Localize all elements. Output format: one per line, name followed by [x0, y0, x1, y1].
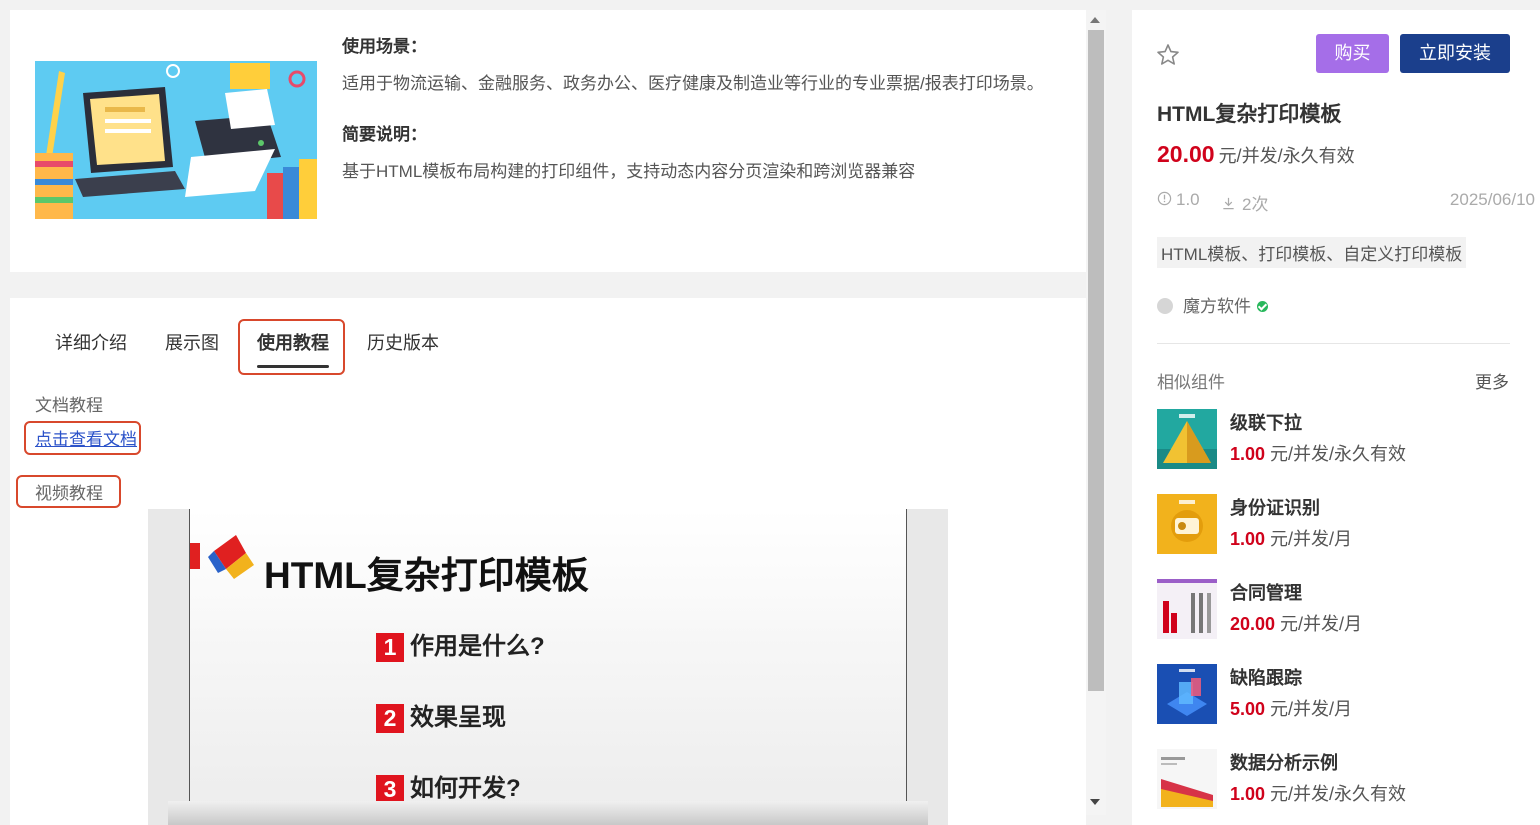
- slide-item-text: 作用是什么?: [410, 633, 545, 660]
- left-content-pane: 使用场景： 适用于物流运输、金融服务、政务办公、医疗健康及制造业等行业的专业票据…: [0, 0, 1106, 825]
- version-value: 1.0: [1176, 190, 1200, 209]
- scroll-up-arrow-icon[interactable]: [1090, 17, 1100, 23]
- doc-tutorial-label: 文档教程: [35, 396, 103, 415]
- similar-item-thumbnail: [1157, 409, 1217, 469]
- similar-item-thumbnail: [1157, 749, 1217, 809]
- similar-item[interactable]: 数据分析示例 1.00 元/并发/永久有效: [1157, 749, 1517, 811]
- similar-item-price-value: 1.00: [1230, 529, 1266, 549]
- similar-item-price-unit: 元/并发/月: [1280, 614, 1363, 634]
- verified-check-icon: [1257, 301, 1268, 312]
- tab-screenshots[interactable]: 展示图: [165, 320, 219, 366]
- summary-text: 基于HTML模板布局构建的打印组件，支持动态内容分页渲染和跨浏览器兼容: [342, 162, 916, 181]
- more-link[interactable]: 更多: [1475, 368, 1509, 393]
- tab-tutorial-label: 使用教程: [257, 333, 329, 353]
- similar-item-price: 1.00 元/并发/永久有效: [1230, 780, 1406, 806]
- install-now-button[interactable]: 立即安装: [1400, 34, 1510, 73]
- scroll-down-arrow-icon[interactable]: [1090, 799, 1100, 805]
- slide-item-1: 1 作用是什么?: [376, 626, 545, 663]
- similar-item-price: 5.00 元/并发/月: [1230, 695, 1352, 721]
- publish-date: 2025/06/10: [1449, 190, 1535, 209]
- similar-components-heading: 相似组件: [1157, 373, 1225, 392]
- info-circle-icon: [1157, 191, 1172, 206]
- view-doc-link[interactable]: 点击查看文档: [35, 425, 137, 450]
- price-unit: 元/并发/永久有效: [1218, 146, 1355, 166]
- similar-item-thumbnail: [1157, 494, 1217, 554]
- video-bottom-bar: [168, 801, 928, 825]
- scrollbar-thumb[interactable]: [1088, 30, 1104, 691]
- product-cover-image: [35, 61, 317, 219]
- slide-item-number: 1: [376, 633, 404, 663]
- slide-logo-icon: [208, 535, 254, 579]
- similar-item-thumbnail: [1157, 664, 1217, 724]
- usage-scenario-heading: 使用场景：: [342, 37, 427, 56]
- tab-tutorial[interactable]: 使用教程: [257, 320, 329, 368]
- similar-item[interactable]: 缺陷跟踪 5.00 元/并发/月: [1157, 664, 1517, 726]
- product-info-card: 使用场景： 适用于物流运输、金融服务、政务办公、医疗健康及制造业等行业的专业票据…: [10, 10, 1086, 272]
- slide-item-3: 3 如何开发?: [376, 768, 521, 805]
- slide-red-mark: [190, 543, 200, 569]
- similar-item[interactable]: 合同管理 20.00 元/并发/月: [1157, 579, 1517, 641]
- video-tutorial-label: 视频教程: [35, 484, 103, 503]
- active-tab-underline: [257, 365, 329, 368]
- similar-item-price-value: 20.00: [1230, 614, 1276, 634]
- product-tags: HTML模板、打印模板、自定义打印模板: [1157, 237, 1467, 268]
- version-info: 1.0: [1157, 190, 1200, 210]
- similar-item-price-unit: 元/并发/月: [1270, 529, 1353, 549]
- slide-title: HTML复杂打印模板: [264, 555, 589, 596]
- author-name: 魔方软件: [1183, 297, 1251, 316]
- similar-item-name: 缺陷跟踪: [1230, 668, 1302, 688]
- tab-history-versions[interactable]: 历史版本: [367, 320, 439, 366]
- favorite-star-icon[interactable]: [1156, 43, 1180, 67]
- similar-item-price-value: 1.00: [1230, 784, 1266, 804]
- divider: [1157, 343, 1510, 344]
- similar-item-price-unit: 元/并发/月: [1270, 699, 1353, 719]
- slide-item-number: 2: [376, 704, 404, 734]
- slide-item-number: 3: [376, 775, 404, 805]
- similar-item-price-value: 1.00: [1230, 444, 1266, 464]
- similar-item-price: 20.00 元/并发/月: [1230, 610, 1362, 636]
- similar-item[interactable]: 身份证识别 1.00 元/并发/月: [1157, 494, 1517, 556]
- similar-item-name: 级联下拉: [1230, 413, 1302, 433]
- similar-item-price: 1.00 元/并发/永久有效: [1230, 440, 1406, 466]
- similar-item-price: 1.00 元/并发/月: [1230, 525, 1352, 551]
- similar-item-price-unit: 元/并发/永久有效: [1270, 784, 1407, 804]
- download-count: 2次: [1242, 195, 1269, 214]
- product-title: HTML复杂打印模板: [1157, 103, 1342, 126]
- similar-item-price-unit: 元/并发/永久有效: [1270, 444, 1407, 464]
- video-player[interactable]: HTML复杂打印模板 1 作用是什么? 2 效果呈现 3 如何开发?: [148, 509, 948, 825]
- slide-item-2: 2 效果呈现: [376, 697, 506, 734]
- usage-scenario-text: 适用于物流运输、金融服务、政务办公、医疗健康及制造业等行业的专业票据/报表打印场…: [342, 74, 1044, 93]
- summary-heading: 简要说明：: [342, 125, 427, 144]
- download-info: 2次: [1221, 190, 1268, 215]
- detail-card: 详细介绍 展示图 使用教程 历史版本 文档教程 点击查看文档 视频教程 HTML…: [10, 298, 1086, 825]
- similar-item-name: 合同管理: [1230, 583, 1302, 603]
- tab-detail-intro[interactable]: 详细介绍: [55, 320, 127, 366]
- similar-item-name: 身份证识别: [1230, 498, 1320, 518]
- slide-item-text: 效果呈现: [410, 704, 506, 731]
- buy-button[interactable]: 购买: [1316, 34, 1389, 73]
- avatar: [1157, 298, 1173, 314]
- similar-item-name: 数据分析示例: [1230, 753, 1338, 773]
- similar-item-thumbnail: [1157, 579, 1217, 639]
- product-sidebar: 购买 立即安装 HTML复杂打印模板 20.00 元/并发/永久有效 1.0 2次…: [1132, 10, 1540, 825]
- download-icon: [1223, 197, 1234, 210]
- vertical-scrollbar[interactable]: [1086, 10, 1106, 815]
- price-value: 20.00: [1157, 141, 1215, 167]
- similar-item-price-value: 5.00: [1230, 699, 1266, 719]
- video-slide: HTML复杂打印模板 1 作用是什么? 2 效果呈现 3 如何开发?: [189, 509, 907, 825]
- author-info[interactable]: 魔方软件: [1157, 292, 1268, 317]
- product-price: 20.00 元/并发/永久有效: [1157, 141, 1355, 168]
- slide-item-text: 如何开发?: [410, 775, 521, 802]
- similar-item[interactable]: 级联下拉 1.00 元/并发/永久有效: [1157, 409, 1517, 471]
